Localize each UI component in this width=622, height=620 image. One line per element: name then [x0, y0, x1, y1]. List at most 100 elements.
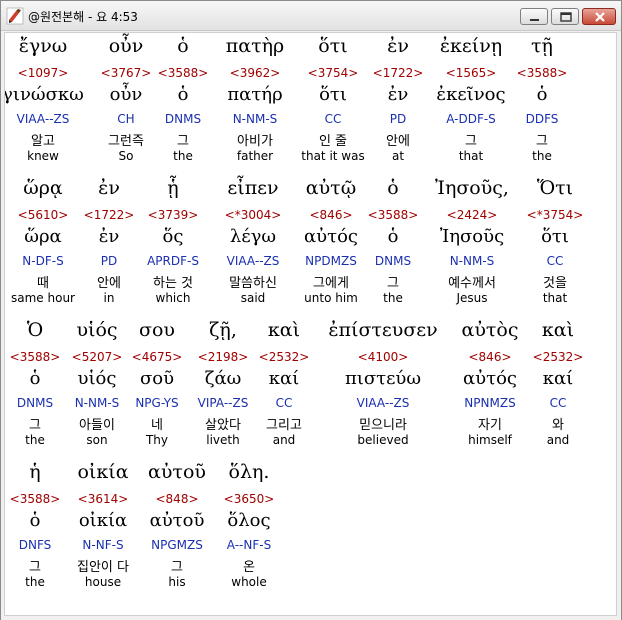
parsing-code: VIAA--ZS [226, 254, 280, 268]
parsing-code: PD [100, 254, 118, 268]
parsing-code: CC [324, 112, 342, 126]
parsing-code: N-NF-S [82, 538, 124, 552]
korean-gloss: 그에게 [313, 276, 349, 291]
greek-word: ᾗ [167, 177, 179, 199]
greek-word: ἐπίστευσεν [328, 319, 438, 341]
strong-number[interactable]: <3614> [78, 492, 129, 506]
strong-number[interactable]: <3588> [10, 350, 61, 364]
greek-word: αὐτοῦ [148, 461, 206, 483]
lemma: γινώσκω [4, 84, 84, 105]
greek-word: αὐτὸς [461, 319, 519, 341]
english-gloss: knew [27, 149, 59, 163]
korean-gloss: 그 [536, 134, 548, 149]
parsing-code: VIAA--ZS [356, 396, 410, 410]
greek-word: υἱός [76, 319, 118, 341]
english-gloss: liveth [206, 433, 240, 447]
parsing-code: NPGMZS [151, 538, 203, 552]
parsing-code: NPDMZS [305, 254, 357, 268]
minimize-icon [530, 19, 539, 21]
strong-number[interactable]: <1722> [84, 208, 135, 222]
korean-gloss: 말씀하신 [229, 276, 277, 291]
strong-number[interactable]: <2198> [198, 350, 249, 364]
english-gloss: father [236, 149, 274, 163]
strong-number[interactable]: <5610> [18, 208, 69, 222]
maximize-button[interactable] [551, 8, 579, 25]
english-gloss: house [84, 575, 122, 589]
korean-gloss: 그 [171, 560, 183, 575]
korean-gloss: 그 [177, 134, 189, 149]
greek-word: ζῇ, [209, 319, 237, 341]
greek-word: εἶπεν [227, 177, 279, 199]
greek-word: καὶ [541, 319, 575, 341]
english-gloss: Jesus [456, 291, 488, 305]
lemma: αὐτός [463, 368, 517, 389]
lemma: ὁ [387, 226, 399, 247]
korean-gloss: 아들이 [79, 418, 115, 433]
lemma: πατήρ [227, 84, 283, 105]
parsing-code: CH [117, 112, 135, 126]
window-title: @원전본해 - 요 4:53 [28, 10, 138, 24]
strong-number[interactable]: <1722> [373, 66, 424, 80]
strong-number[interactable]: <3767> [101, 66, 152, 80]
korean-gloss: 그 [29, 560, 41, 575]
greek-word: ἐκείνῃ [439, 35, 503, 57]
english-gloss: son [86, 433, 108, 447]
parsing-code: CC [275, 396, 293, 410]
lemma: πιστεύω [344, 368, 422, 389]
strong-number[interactable]: <846> [468, 350, 511, 364]
close-icon [595, 12, 605, 22]
lemma: οὖν [109, 84, 143, 105]
english-gloss: his [168, 575, 186, 589]
strong-number[interactable]: <2532> [533, 350, 584, 364]
korean-gloss: 그 [465, 134, 477, 149]
strong-number[interactable]: <*3754> [527, 208, 584, 222]
strong-number[interactable]: <4675> [132, 350, 183, 364]
strong-number[interactable]: <5207> [72, 350, 123, 364]
greek-word: Ἰησοῦς, [435, 177, 509, 199]
strong-number[interactable]: <*3004> [225, 208, 282, 222]
english-gloss: whole [231, 575, 267, 589]
strong-number[interactable]: <3588> [10, 492, 61, 506]
parsing-code: APRDF-S [147, 254, 199, 268]
lemma: Ἰησοῦς [439, 226, 505, 247]
english-gloss: same hour [11, 291, 75, 305]
strong-number[interactable]: <3650> [224, 492, 275, 506]
korean-gloss: 자기 [478, 418, 502, 433]
minimize-button[interactable] [520, 8, 548, 25]
strong-number[interactable]: <2424> [447, 208, 498, 222]
parsing-code: N-NM-S [232, 112, 278, 126]
strong-number[interactable]: <4100> [358, 350, 409, 364]
title-bar[interactable]: @원전본해 - 요 4:53 [1, 1, 621, 31]
strong-number[interactable]: <3962> [230, 66, 281, 80]
greek-word: ὅτι [318, 35, 348, 57]
strong-number[interactable]: <846> [309, 208, 352, 222]
interlinear-text-panel[interactable]: ἔγνω <1097> γινώσκω VIAA--ZS 알고 knew οὖν <3767>… [4, 32, 617, 616]
greek-word: ὁ [387, 177, 399, 199]
close-button[interactable] [582, 8, 616, 25]
parsing-code: DNMS [374, 254, 412, 268]
strong-number[interactable]: <2532> [259, 350, 310, 364]
korean-gloss: 그리고 [266, 418, 302, 433]
lemma: ὁ [29, 510, 41, 531]
strong-number[interactable]: <3588> [517, 66, 568, 80]
strong-number[interactable]: <3588> [368, 208, 419, 222]
english-gloss: the [383, 291, 403, 305]
strong-number[interactable]: <848> [155, 492, 198, 506]
greek-word: ὥρᾳ [23, 177, 63, 199]
greek-word: οἰκία [77, 461, 129, 483]
korean-gloss: 그런즉 [108, 134, 144, 149]
english-gloss: at [391, 149, 405, 163]
parsing-code: DNMS [16, 396, 54, 410]
parsing-code: N-DF-S [22, 254, 64, 268]
strong-number[interactable]: <1565> [446, 66, 497, 80]
korean-gloss: 와 [552, 418, 564, 433]
strong-number[interactable]: <1097> [18, 66, 69, 80]
strong-number[interactable]: <3588> [158, 66, 209, 80]
english-gloss: that [458, 149, 484, 163]
lemma: σοῦ [139, 368, 175, 389]
english-gloss: and [546, 433, 570, 447]
lemma: καί [542, 368, 574, 389]
strong-number[interactable]: <3739> [148, 208, 199, 222]
english-gloss: Thy [145, 433, 169, 447]
strong-number[interactable]: <3754> [308, 66, 359, 80]
